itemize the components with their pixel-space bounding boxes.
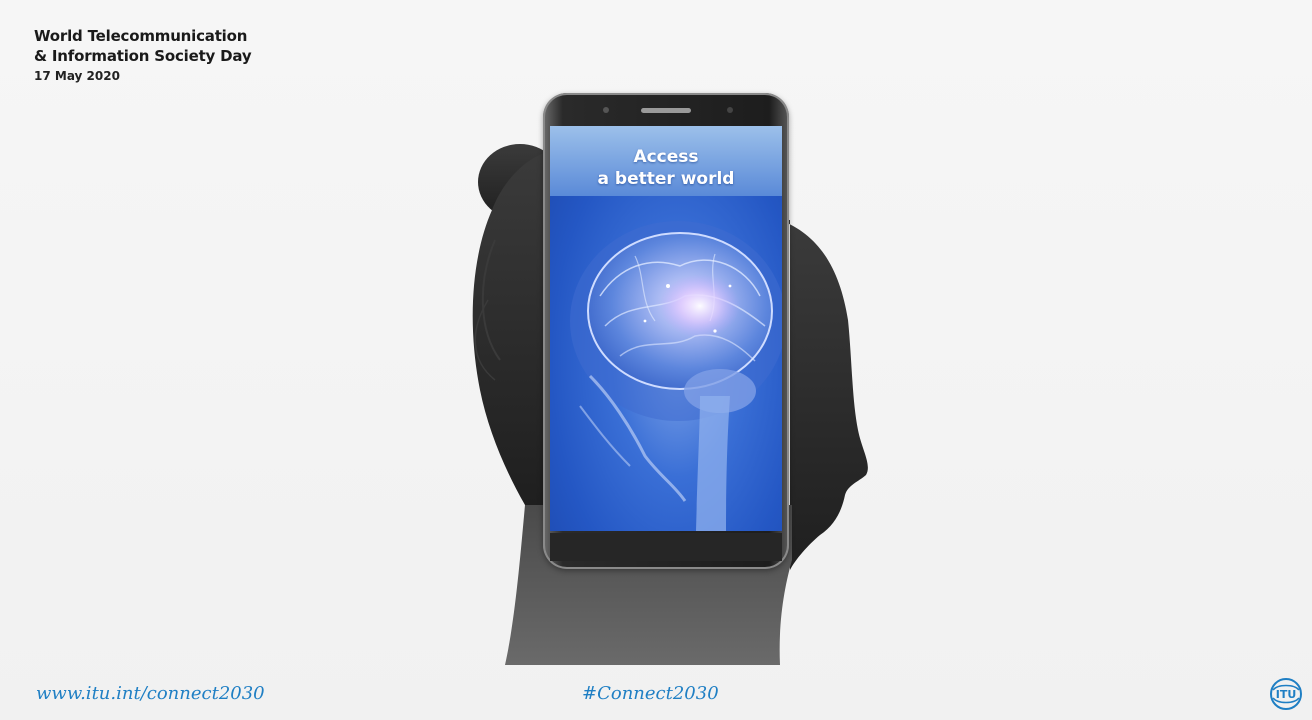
phone-bottom-bezel bbox=[550, 533, 782, 561]
footer-hashtag: #Connect2030 bbox=[582, 683, 719, 704]
front-camera-icon bbox=[603, 107, 609, 113]
itu-logo-text: ITU bbox=[1276, 688, 1297, 701]
screen-title: Access a better world bbox=[550, 146, 782, 190]
screen-title-line-2: a better world bbox=[597, 169, 735, 189]
itu-logo-icon[interactable]: ITU bbox=[1268, 676, 1304, 712]
poster: World Telecommunication & Information So… bbox=[0, 0, 1312, 720]
screen-title-line-1: Access bbox=[633, 147, 699, 167]
smartphone: Access a better world bbox=[543, 93, 789, 569]
phone-screen: Access a better world bbox=[550, 126, 782, 531]
speaker-grille bbox=[641, 108, 691, 113]
sensor-icon bbox=[727, 107, 733, 113]
footer-url-link[interactable]: www.itu.int/connect2030 bbox=[36, 683, 265, 704]
